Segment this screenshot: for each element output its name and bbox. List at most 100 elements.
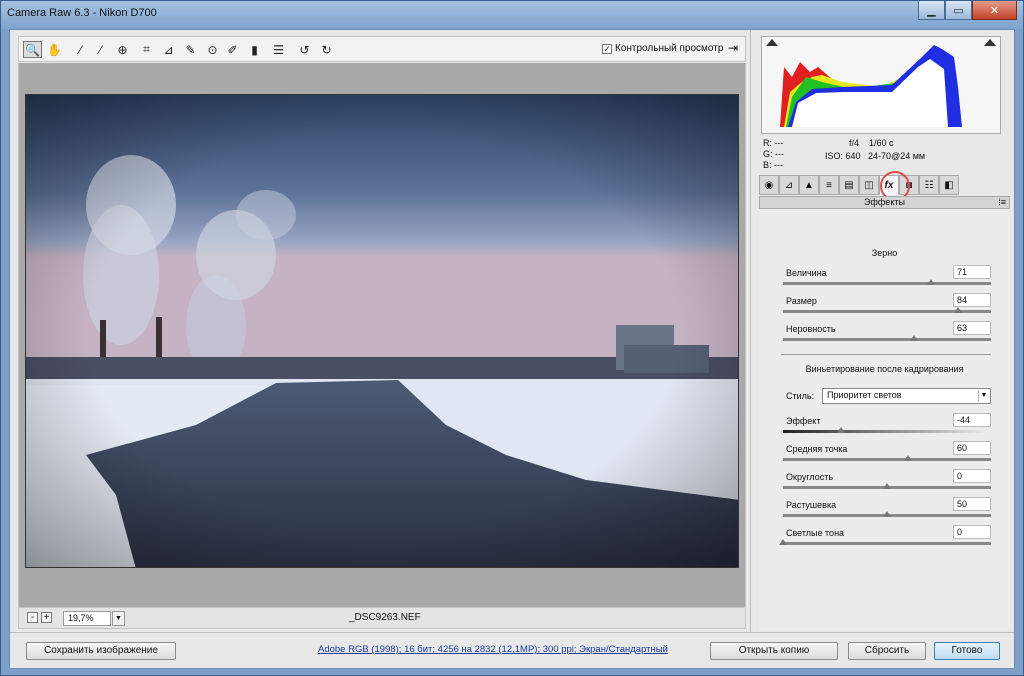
highlight-clipping-toggle[interactable] [984, 39, 996, 46]
zoom-in-button[interactable]: + [41, 612, 52, 623]
color-sampler-icon[interactable]: ⁄ [91, 41, 110, 58]
vignette-amount-slider[interactable]: Эффект -44 [777, 413, 993, 444]
slider-value[interactable]: 71 [953, 265, 991, 279]
g-value: --- [775, 149, 785, 159]
r-value: --- [774, 138, 784, 148]
done-button[interactable]: Готово [934, 642, 1000, 660]
graduated-filter-icon[interactable]: ▮ [245, 41, 264, 58]
tab-basic[interactable]: ◉ [759, 175, 779, 195]
reset-button[interactable]: Сбросить [848, 642, 926, 660]
slider-track[interactable] [783, 430, 991, 433]
target-adjust-icon[interactable]: ⊕ [113, 41, 132, 58]
preview-toggle[interactable]: ✓ Контрольный просмотр [602, 43, 723, 54]
preferences-icon[interactable]: ☰ [269, 41, 288, 58]
vignette-section-title: Виньетирование после кадрирования [805, 364, 964, 374]
slider-thumb[interactable] [779, 539, 787, 545]
zoom-level-field[interactable]: 19,7% [63, 611, 111, 626]
panel-menu-icon[interactable]: ⁞≡ [998, 197, 1006, 208]
slider-thumb[interactable] [883, 483, 891, 489]
fullscreen-icon[interactable]: ⇥ [725, 41, 741, 57]
vignette-style-select[interactable]: Приоритет светов ▼ [822, 388, 991, 404]
maximize-button[interactable]: ▭ [945, 1, 972, 20]
vignette-feather-slider[interactable]: Растушевка 50 [777, 497, 993, 528]
crop-icon[interactable]: ⌗ [137, 41, 156, 58]
straighten-icon[interactable]: ⊿ [159, 41, 178, 58]
adjustment-panel: R: --- G: --- B: --- f/4 1/60 с ISO: 640… [750, 30, 1014, 632]
spot-removal-icon[interactable]: ✎ [181, 41, 200, 58]
slider-thumb[interactable] [910, 335, 919, 341]
photo-scene [26, 95, 738, 567]
slider-value[interactable]: -44 [953, 413, 991, 427]
slider-track[interactable] [783, 282, 991, 285]
slider-thumb[interactable] [903, 455, 912, 461]
vignette-midpoint-slider[interactable]: Средняя точка 60 [777, 441, 993, 472]
grain-size-slider[interactable]: Размер 84 [777, 293, 993, 324]
slider-value[interactable]: 50 [953, 497, 991, 511]
minimize-button[interactable]: ▁ [918, 1, 945, 20]
save-image-button[interactable]: Сохранить изображение [26, 642, 176, 660]
tab-snapshots[interactable]: ◧ [939, 175, 959, 195]
slider-value[interactable]: 60 [953, 441, 991, 455]
open-copy-button[interactable]: Открыть копию [710, 642, 838, 660]
zoom-icon[interactable]: 🔍 [23, 41, 42, 58]
tab-detail[interactable]: ▲ [799, 175, 819, 195]
histogram [761, 36, 1001, 134]
g-label: G: [763, 149, 773, 159]
slider-label: Растушевка [786, 500, 837, 510]
grain-section-title: Зерно [871, 248, 898, 258]
vignette-roundness-slider[interactable]: Округлость 0 [777, 469, 993, 500]
slider-track[interactable] [783, 338, 991, 341]
adjustment-brush-icon[interactable]: ✐ [223, 41, 242, 58]
style-label: Стиль: [786, 391, 815, 401]
b-value: --- [774, 160, 784, 170]
slider-value[interactable]: 0 [953, 469, 991, 483]
slider-value[interactable]: 63 [953, 321, 991, 335]
workflow-options-link[interactable]: Adobe RGB (1998); 16 бит; 4256 на 2832 (… [318, 644, 668, 655]
rotate-cw-icon[interactable]: ↻ [317, 41, 336, 58]
window-controls: ▁ ▭ ✕ [918, 1, 1017, 21]
white-balance-icon[interactable]: ⁄ [71, 41, 90, 58]
tab-presets[interactable]: ☷ [919, 175, 939, 195]
slider-thumb[interactable] [883, 511, 891, 517]
aperture: f/4 [849, 138, 860, 148]
effects-panel: Зерно Величина 71 Размер 84 Неровность 6… [759, 210, 1010, 630]
slider-label: Величина [786, 268, 827, 278]
slider-thumb[interactable] [953, 307, 962, 313]
slider-label: Округлость [786, 472, 834, 482]
tab-tone-curve[interactable]: ⊿ [779, 175, 799, 195]
red-eye-icon[interactable]: ⊙ [203, 41, 222, 58]
slider-label: Эффект [786, 416, 821, 426]
histogram-graph [780, 45, 962, 127]
zoom-dropdown-button[interactable]: ▼ [112, 611, 125, 626]
image-canvas[interactable] [18, 63, 746, 607]
grain-amount-slider[interactable]: Величина 71 [777, 265, 993, 296]
slider-value[interactable]: 84 [953, 293, 991, 307]
chevron-down-icon[interactable]: ▼ [978, 390, 989, 402]
tab-split-toning[interactable]: ▤ [839, 175, 859, 195]
dialog-client: 🔍 ✋ ⁄ ⁄ ⊕ ⌗ ⊿ ✎ ⊙ ✐ ▮ ☰ ↺ ↻ ✓ Контрольны… [9, 29, 1015, 669]
zoom-out-button[interactable]: - [27, 612, 38, 623]
preview-label: Контрольный просмотр [615, 43, 724, 54]
panel-header: Эффекты ⁞≡ [759, 196, 1010, 209]
tool-bar: 🔍 ✋ ⁄ ⁄ ⊕ ⌗ ⊿ ✎ ⊙ ✐ ▮ ☰ ↺ ↻ ✓ Контрольны… [18, 36, 746, 62]
slider-thumb[interactable] [926, 279, 935, 285]
vignette-highlights-slider[interactable]: Светлые тона 0 [777, 525, 993, 556]
slider-value[interactable]: 0 [953, 525, 991, 539]
slider-track[interactable] [783, 458, 991, 461]
tab-hsl[interactable]: ≡ [819, 175, 839, 195]
lens: 24-70@24 мм [868, 151, 926, 161]
bottom-bar: Сохранить изображение Adobe RGB (1998); … [10, 632, 1014, 668]
preview-checkbox[interactable]: ✓ [602, 43, 612, 54]
slider-thumb[interactable] [837, 427, 846, 433]
iso: ISO: 640 [825, 151, 861, 161]
close-button[interactable]: ✕ [972, 1, 1017, 20]
grain-roughness-slider[interactable]: Неровность 63 [777, 321, 993, 352]
panel-title: Эффекты [864, 197, 905, 207]
slider-track[interactable] [783, 542, 991, 545]
rotate-ccw-icon[interactable]: ↺ [295, 41, 314, 58]
shadow-clipping-toggle[interactable] [766, 39, 778, 46]
slider-label: Средняя точка [786, 444, 848, 454]
photo-preview[interactable] [25, 94, 739, 568]
tab-lens-corrections[interactable]: ◫ [859, 175, 879, 195]
hand-icon[interactable]: ✋ [45, 41, 64, 58]
